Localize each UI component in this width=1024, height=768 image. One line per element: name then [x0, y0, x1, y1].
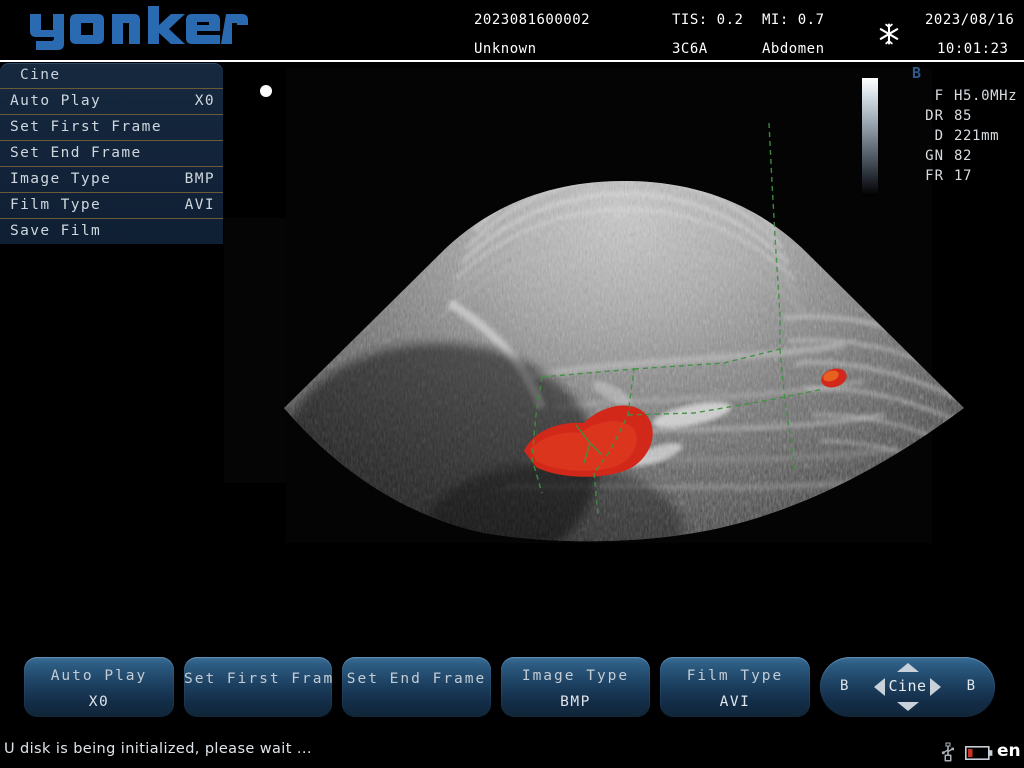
- param-depth: D 221mm: [910, 126, 1024, 146]
- chevron-down-icon[interactable]: [896, 702, 919, 711]
- menu-item-film-type[interactable]: Film Type AVI: [0, 193, 223, 219]
- menu-item-label: Set First Frame: [10, 119, 162, 135]
- param-key: F: [934, 88, 944, 104]
- snowflake-icon: [877, 22, 901, 46]
- patient-id: 2023081600002: [474, 12, 591, 28]
- battery-icon: [965, 745, 993, 760]
- system-date: 2023/08/16: [925, 12, 1015, 28]
- menu-item-value: X0: [194, 93, 215, 109]
- softkey-label: Auto Play: [50, 668, 148, 684]
- nav-center-label: Cine: [888, 677, 927, 695]
- menu-item-auto-play[interactable]: Auto Play X0: [0, 89, 223, 115]
- app-header: 2023081600002 Unknown TIS: 0.2 3C6A MI: …: [0, 0, 1024, 62]
- softkey-value: X0: [88, 694, 110, 710]
- ultrasound-image-area[interactable]: [224, 63, 1024, 643]
- patient-name: Unknown: [474, 41, 537, 57]
- tis-readout: TIS: 0.2: [672, 12, 744, 28]
- mi-readout: MI: 0.7: [762, 12, 825, 28]
- usb-icon: [940, 742, 956, 762]
- softkey-label: Image Type: [521, 668, 630, 684]
- param-frequency: F H5.0MHz: [910, 86, 1024, 106]
- param-value: 221mm: [954, 128, 1000, 144]
- param-key: D: [934, 128, 944, 144]
- system-time: 10:01:23: [937, 41, 1009, 57]
- softkey-label: Set First Frame: [184, 671, 332, 687]
- param-key: DR: [925, 108, 944, 124]
- softkey-set-first-frame[interactable]: Set First Frame: [184, 657, 332, 717]
- softkey-set-end-frame[interactable]: Set End Frame: [342, 657, 491, 717]
- menu-item-set-first-frame[interactable]: Set First Frame: [0, 115, 223, 141]
- sector-scan-image: [284, 122, 964, 542]
- param-gain: GN 82: [910, 146, 1024, 166]
- cine-menu-panel: Cine Auto Play X0 Set First Frame Set En…: [0, 63, 223, 244]
- imaging-parameter-panel: B F H5.0MHz DR 85 D 221mm GN 82 FR 17: [910, 64, 1024, 186]
- softkey-image-type[interactable]: Image Type BMP: [501, 657, 650, 717]
- softkey-value: AVI: [719, 694, 751, 710]
- param-dynamic-range: DR 85: [910, 106, 1024, 126]
- param-value: 85: [954, 108, 973, 124]
- param-key: GN: [925, 148, 944, 164]
- param-value: 82: [954, 148, 973, 164]
- param-key: FR: [925, 168, 944, 184]
- menu-item-label: Set End Frame: [10, 145, 142, 161]
- menu-item-save-film[interactable]: Save Film: [0, 219, 223, 244]
- param-frame-rate: FR 17: [910, 166, 1024, 186]
- softkey-value: BMP: [560, 694, 591, 710]
- menu-item-value: BMP: [184, 171, 215, 187]
- menu-item-label: Film Type: [10, 197, 102, 213]
- cine-navigation-key[interactable]: B B Cine: [820, 657, 995, 717]
- softkey-bar: Auto Play X0 Set First Frame Set End Fra…: [0, 655, 1024, 721]
- softkey-auto-play[interactable]: Auto Play X0: [24, 657, 174, 717]
- status-message: U disk is being initialized, please wait…: [4, 741, 312, 757]
- chevron-up-icon[interactable]: [896, 663, 919, 672]
- menu-item-image-type[interactable]: Image Type BMP: [0, 167, 223, 193]
- menu-item-set-end-frame[interactable]: Set End Frame: [0, 141, 223, 167]
- header-divider: [0, 60, 1024, 62]
- yonker-logo: [28, 6, 248, 52]
- imaging-mode-label: B: [912, 64, 923, 82]
- softkey-label: Film Type: [686, 668, 784, 684]
- softkey-label: Set End Frame: [346, 671, 487, 687]
- menu-item-label: Auto Play: [10, 93, 102, 109]
- param-value: 17: [954, 168, 973, 184]
- menu-item-label: Image Type: [10, 171, 112, 187]
- softkey-film-type[interactable]: Film Type AVI: [660, 657, 810, 717]
- probe-model: 3C6A: [672, 41, 708, 57]
- menu-item-label: Save Film: [10, 223, 102, 239]
- status-bar: U disk is being initialized, please wait…: [0, 735, 1024, 768]
- param-value: H5.0MHz: [954, 88, 1018, 104]
- language-indicator[interactable]: en: [997, 741, 1021, 761]
- exam-preset: Abdomen: [762, 41, 825, 57]
- cine-menu-title: Cine: [0, 63, 223, 89]
- menu-item-value: AVI: [184, 197, 215, 213]
